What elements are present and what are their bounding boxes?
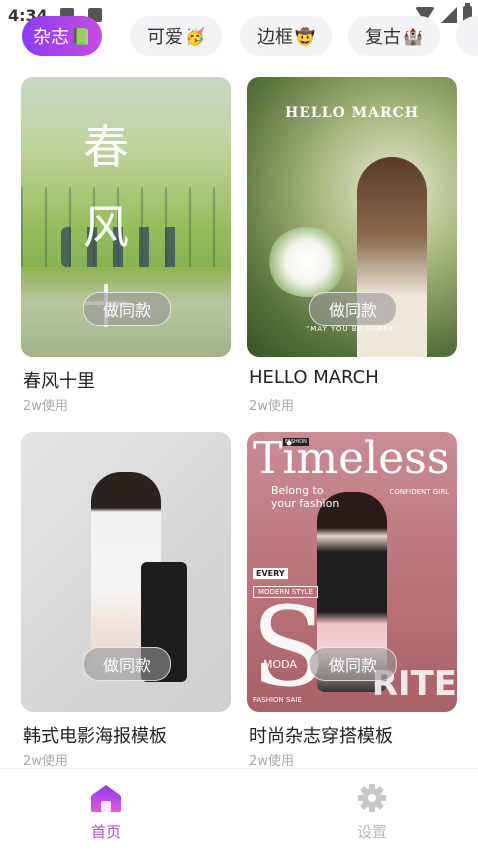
- nav-home-label: 首页: [90, 823, 121, 841]
- template-usage: 2w使用: [249, 754, 294, 769]
- template-thumbnail[interactable]: HELLO MARCH "MAY YOU BE HAPPY" 做同款: [247, 77, 457, 357]
- template-usage: 2w使用: [249, 399, 294, 414]
- template-usage: 2w使用: [23, 754, 68, 769]
- template-title: 韩式电影海报模板: [23, 726, 167, 747]
- poster-tagline: "MAY YOU BE HAPPY": [305, 325, 399, 333]
- poster-every: EVERY: [253, 568, 288, 579]
- poster-headline: Timeless: [253, 433, 450, 484]
- nav-settings[interactable]: 设置: [342, 783, 402, 842]
- cowboy-face-icon: 🤠: [295, 26, 315, 46]
- party-face-icon: 🥳: [185, 26, 205, 46]
- make-same-button[interactable]: 做同款: [83, 292, 171, 326]
- tab-label: 可爱: [147, 27, 184, 48]
- template-title: HELLO MARCH: [249, 367, 379, 388]
- nav-home[interactable]: 首页: [76, 783, 136, 842]
- make-same-button[interactable]: 做同款: [83, 647, 171, 681]
- template-thumbnail[interactable]: 春风十里 做同款: [21, 77, 231, 357]
- nav-settings-label: 设置: [356, 823, 387, 841]
- poster-title: HELLO MARCH: [284, 105, 420, 121]
- tab-magazine[interactable]: 杂志 📗: [22, 16, 102, 56]
- template-title: 春风十里: [23, 371, 95, 392]
- template-usage: 2w使用: [23, 399, 68, 414]
- tab-cute[interactable]: 可爱 🥳: [130, 16, 222, 56]
- bottom-navigation: 首页 设置: [0, 768, 478, 851]
- template-thumbnail[interactable]: FASHION Timeless Belong to your fashion …: [247, 432, 457, 712]
- tab-border[interactable]: 边框 🤠: [240, 16, 332, 56]
- poster-letter-s: S: [251, 583, 327, 711]
- poster-fashion: FASHION SAIE: [253, 696, 302, 704]
- gear-icon: [358, 784, 386, 812]
- template-title: 时尚杂志穿搭模板: [249, 726, 393, 747]
- category-tabs: 杂志 📗 可爱 🥳 边框 🤠 复古 🏰: [0, 14, 478, 58]
- make-same-button[interactable]: 做同款: [309, 292, 397, 326]
- make-same-button[interactable]: 做同款: [309, 647, 397, 681]
- tab-retro[interactable]: 复古 🏰: [348, 16, 440, 56]
- poster-moda: MODA: [263, 658, 297, 671]
- poster-subtitle: Belong to your fashion: [271, 484, 340, 510]
- castle-icon: 🏰: [403, 26, 423, 46]
- tab-label: 杂志: [33, 27, 70, 48]
- book-icon: 📗: [71, 26, 91, 46]
- poster-confident: CONFIDENT GIRL: [389, 488, 449, 496]
- tab-more[interactable]: [456, 16, 478, 56]
- template-thumbnail[interactable]: 做同款: [21, 432, 231, 712]
- tab-label: 复古: [365, 27, 402, 48]
- home-icon: [91, 785, 121, 812]
- tab-label: 边框: [257, 27, 294, 48]
- poster-flowers: [267, 227, 347, 297]
